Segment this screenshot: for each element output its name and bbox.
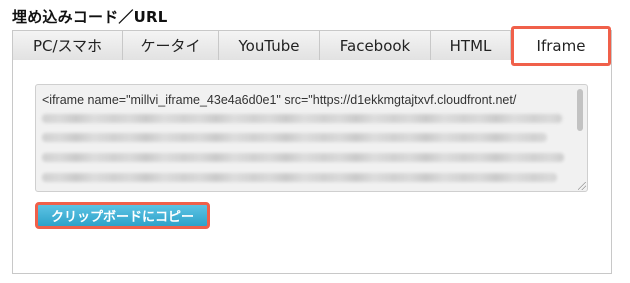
tab-bar: PC/スマホ ケータイ YouTube Facebook HTML Iframe <box>12 26 612 66</box>
embed-code-textarea[interactable]: <iframe name="millvi_iframe_43e4a6d0e1" … <box>35 84 588 192</box>
tab-html[interactable]: HTML <box>431 31 511 60</box>
textarea-scrollbar[interactable] <box>577 89 583 131</box>
blurred-code-line <box>42 173 557 182</box>
tab-facebook[interactable]: Facebook <box>320 31 431 60</box>
tab-pc-smartphone[interactable]: PC/スマホ <box>13 31 123 60</box>
blurred-code-line <box>42 114 562 123</box>
tab-panel: <iframe name="millvi_iframe_43e4a6d0e1" … <box>12 60 612 274</box>
tab-keitai[interactable]: ケータイ <box>123 31 219 60</box>
section-title: 埋め込みコード／URL <box>12 8 168 26</box>
tab-iframe[interactable]: Iframe <box>511 26 611 66</box>
code-first-line: <iframe name="millvi_iframe_43e4a6d0e1" … <box>42 93 517 107</box>
tab-youtube[interactable]: YouTube <box>219 31 320 60</box>
blurred-code-line <box>42 133 547 142</box>
embed-code-widget: 埋め込みコード／URL PC/スマホ ケータイ YouTube Facebook… <box>0 0 630 283</box>
copy-to-clipboard-button[interactable]: クリップボードにコピー <box>35 202 210 229</box>
resize-handle-icon[interactable] <box>578 182 586 190</box>
blurred-code-line <box>42 153 564 162</box>
